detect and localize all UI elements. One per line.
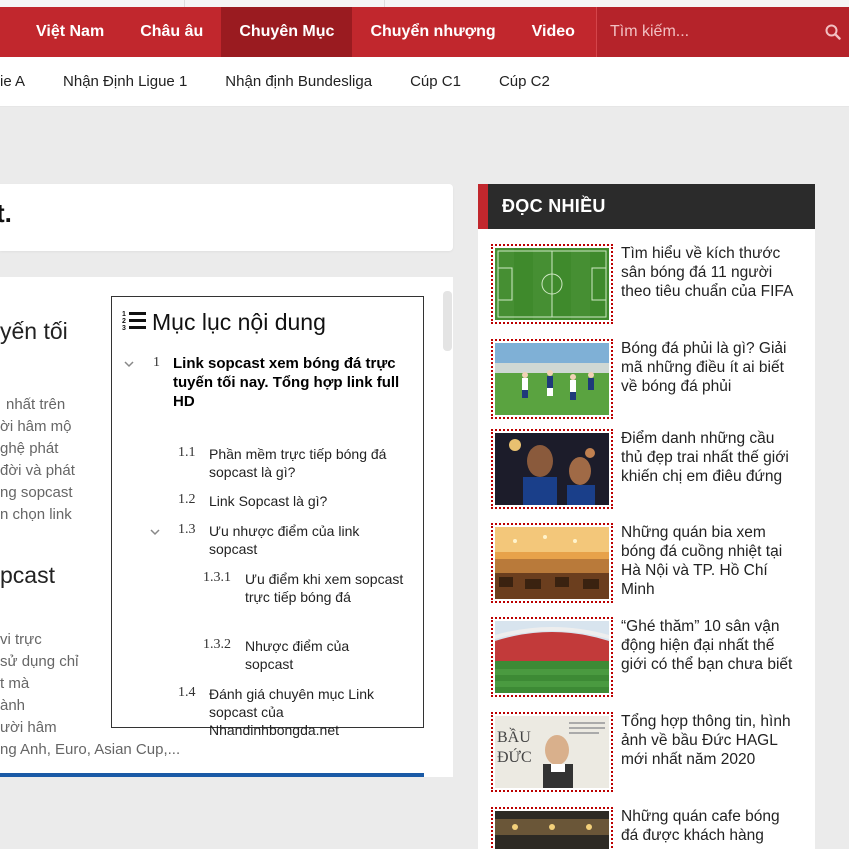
most-read-title[interactable]: Tìm hiểu về kích thước sân bóng đá 11 ng…: [621, 244, 799, 301]
subnav-item-cup-c2[interactable]: Cúp C2: [480, 73, 569, 90]
article-text-line: đời và phát: [0, 462, 75, 479]
article-heading: yến tối: [0, 318, 68, 344]
nav-item-video[interactable]: Video: [514, 7, 593, 57]
bau-duc-image: BẦU ĐỨC: [495, 716, 609, 788]
toc-item-text[interactable]: Ưu điểm khi xem sopcast trực tiếp bóng đ…: [245, 570, 407, 606]
article-thumbnail[interactable]: [491, 807, 613, 849]
svg-text:3: 3: [122, 325, 126, 331]
toc-item-number: 1.3: [178, 522, 196, 537]
footballer-portrait-image: [495, 433, 609, 505]
most-read-title[interactable]: “Ghé thăm” 10 sân vận động hiện đại nhất…: [621, 617, 799, 674]
toc-title: Mục lục nội dung: [152, 309, 326, 335]
cafe-image: [495, 811, 609, 849]
accent-bar: [0, 773, 424, 777]
most-read-item[interactable]: Tìm hiểu về kích thước sân bóng đá 11 ng…: [491, 244, 811, 324]
toc-item-number: 1.3.2: [203, 637, 231, 652]
most-read-item[interactable]: BẦU ĐỨC Tổng hợp thông tin, hình ảnh về …: [491, 712, 811, 792]
amateur-football-image: [495, 343, 609, 415]
chevron-down-icon[interactable]: [124, 355, 134, 373]
subnav-item-serie-a[interactable]: ie A: [0, 73, 44, 90]
list-ordered-icon: 1 2 3: [122, 309, 146, 336]
toc-item-text[interactable]: Link sopcast xem bóng đá trực tuyến tối …: [173, 354, 401, 411]
toc-item-number: 1.4: [178, 685, 196, 700]
most-read-item[interactable]: Những quán bia xem bóng đá cuồng nhiệt t…: [491, 523, 811, 603]
article-text-line: ười hâm: [0, 719, 57, 736]
toc-item-number: 1.2: [178, 492, 196, 507]
toc-header[interactable]: 1 2 3 Mục lục nội dung: [122, 309, 413, 336]
svg-text:1: 1: [122, 311, 126, 318]
svg-text:2: 2: [122, 318, 126, 325]
search-input[interactable]: [597, 7, 817, 57]
sidebar-header: ĐỌC NHIỀU: [478, 184, 815, 229]
nav-item-chuyen-muc[interactable]: Chuyên Mục: [221, 7, 353, 57]
article-text-line: ời hâm mộ: [0, 418, 72, 435]
article-thumbnail[interactable]: [491, 339, 613, 419]
toc-item-text[interactable]: Link Sopcast là gì?: [209, 492, 409, 510]
riverside-bar-image: [495, 527, 609, 599]
article-thumbnail[interactable]: BẦU ĐỨC: [491, 712, 613, 792]
most-read-item[interactable]: “Ghé thăm” 10 sân vận động hiện đại nhất…: [491, 617, 811, 697]
toc-item-text[interactable]: Đánh giá chuyên mục Link sopcast của Nha…: [209, 685, 399, 739]
article-thumbnail[interactable]: [491, 429, 613, 509]
article-thumbnail[interactable]: [491, 244, 613, 324]
sub-navbar: ie A Nhận Định Ligue 1 Nhận định Bundesl…: [0, 57, 849, 107]
most-read-title[interactable]: Tổng hợp thông tin, hình ảnh về bầu Đức …: [621, 712, 799, 769]
article-content-card: yến tối nhất trên ời hâm mộ ghệ phát đời…: [0, 277, 453, 777]
thumb-text: BẦU: [497, 727, 531, 746]
article-thumbnail[interactable]: [491, 617, 613, 697]
subnav-item-ligue-1[interactable]: Nhận Định Ligue 1: [44, 73, 206, 90]
article-text-line: ành: [0, 697, 26, 714]
article-heading: pcast: [0, 562, 55, 588]
thumb-text: ĐỨC: [497, 747, 532, 766]
article-text-line: ng sopcast: [0, 484, 73, 501]
nav-item-viet-nam[interactable]: Việt Nam: [0, 7, 122, 57]
most-read-title[interactable]: Điểm danh những cầu thủ đẹp trai nhất th…: [621, 429, 799, 486]
search-icon[interactable]: [817, 7, 849, 57]
football-pitch-image: [495, 248, 609, 320]
article-title: t.: [0, 198, 12, 228]
subnav-item-bundesliga[interactable]: Nhận định Bundesliga: [206, 73, 391, 90]
most-read-title[interactable]: Bóng đá phủi là gì? Giải mã những điều í…: [621, 339, 799, 396]
article-title-card: t.: [0, 184, 453, 251]
toc-item-text[interactable]: Ưu nhược điểm của link sopcast: [209, 522, 389, 558]
browser-top-strip: [0, 0, 849, 7]
table-of-contents: 1 2 3 Mục lục nội dung 1 Link sopcast xe…: [111, 296, 424, 738]
nav-item-chuyen-nhuong[interactable]: Chuyển nhượng: [352, 7, 513, 57]
stadium-image: [495, 621, 609, 693]
main-navbar: Việt Nam Châu âu Chuyên Mục Chuyển nhượn…: [0, 7, 849, 57]
article-text-line: t mà: [0, 675, 30, 692]
article-text-line: sử dụng chỉ: [0, 653, 79, 670]
toc-item-text[interactable]: Nhược điểm của sopcast: [245, 637, 385, 673]
toc-item-number: 1.1: [178, 445, 196, 460]
article-text-line: nhất trên: [6, 396, 66, 413]
most-read-item[interactable]: Bóng đá phủi là gì? Giải mã những điều í…: [491, 339, 811, 419]
most-read-sidebar: ĐỌC NHIỀU Tìm hiểu về kích thước sân bón…: [478, 184, 815, 849]
strip-segment: [384, 0, 584, 7]
toc-item-text[interactable]: Phần mềm trực tiếp bóng đá sopcast là gì…: [209, 445, 409, 481]
toc-scrollbar[interactable]: [443, 291, 452, 351]
most-read-title[interactable]: Những quán bia xem bóng đá cuồng nhiệt t…: [621, 523, 799, 599]
article-text-line: ng Anh, Euro, Asian Cup,...: [0, 741, 181, 758]
most-read-item[interactable]: Điểm danh những cầu thủ đẹp trai nhất th…: [491, 429, 811, 509]
article-text-line: n chọn link: [0, 506, 72, 523]
article-text-line: vi trực: [0, 631, 42, 648]
nav-item-chau-au[interactable]: Châu âu: [122, 7, 221, 57]
article-text-line: ghệ phát: [0, 440, 59, 457]
toc-item-number: 1: [153, 355, 160, 370]
search-box: [596, 7, 849, 57]
article-thumbnail[interactable]: [491, 523, 613, 603]
most-read-item[interactable]: Những quán cafe bóng đá được khách hàng: [491, 807, 811, 849]
subnav-item-cup-c1[interactable]: Cúp C1: [391, 73, 480, 90]
chevron-down-icon[interactable]: [150, 523, 160, 541]
most-read-title[interactable]: Những quán cafe bóng đá được khách hàng: [621, 807, 799, 845]
strip-segment: [184, 0, 384, 7]
toc-item-number: 1.3.1: [203, 570, 231, 585]
